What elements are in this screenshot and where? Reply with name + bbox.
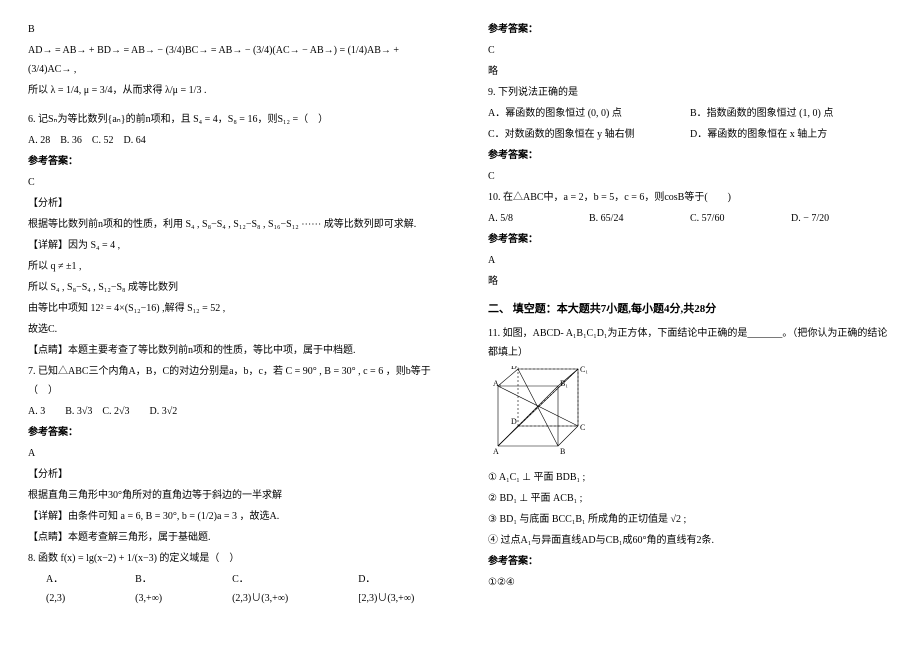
q9-row-cd: C．对数函数的图象恒在 y 轴右侧 D．幂函数的图象恒在 x 轴上方 [488,125,892,144]
answer-heading: 参考答案： [488,230,892,249]
answer-heading: 参考答案： [488,146,892,165]
left-column: B AD→ = AB→ + BD→ = AB→ − (3/4)BC→ = AB→… [0,0,460,651]
q5-expression-2: 所以 λ = 1/4, μ = 3/4，从而求得 λ/μ = 1/3 . [28,81,432,100]
q7-answer: A [28,444,432,463]
q10-choice-d: D. − 7/20 [791,209,892,228]
q6-detail-heading: 【详解】因为 S₄ = 4 , [28,236,432,255]
q10-note: 略 [488,272,892,291]
q6-step-d: 故选C. [28,320,432,339]
svg-text:C: C [580,423,585,432]
q6-step-a: 所以 q ≠ ±1 , [28,257,432,276]
q6-stem: 6. 记Sₙ为等比数列{aₙ}的前n项和，且 S₄ = 4，S₈ = 16，则S… [28,110,432,129]
q7-analysis-body: 根据直角三角形中30°角所对的直角边等于斜边的一半求解 [28,486,432,505]
q10-answer: A [488,251,892,270]
q5-answer-letter: B [28,20,432,39]
q10-choice-b: B. 65/24 [589,209,690,228]
q9-choice-d: D．幂函数的图象恒在 x 轴上方 [690,125,892,144]
svg-text:A₁: A₁ [493,379,502,388]
q11-option-4: ④ 过点A₁与异面直线AD与CB₁成60°角的直线有2条. [488,531,892,550]
q7-stem: 7. 已知△ABC三个内角A，B，C的对边分别是a，b，c，若 C = 90° … [28,362,432,400]
answer-heading: 参考答案： [28,423,432,442]
svg-text:D: D [511,417,517,426]
answer-heading: 参考答案： [488,552,892,571]
q9-choice-a: A．幂函数的图象恒过 (0, 0) 点 [488,104,690,123]
q6-answer: C [28,173,432,192]
q7-choices: A. 3 B. 3√3 C. 2√3 D. 3√2 [28,402,432,421]
q8-stem: 8. 函数 f(x) = lg(x−2) + 1/(x−3) 的定义域是（ ） [28,549,432,568]
q8-choice-d: D．[2,3)∪(3,+∞) [358,570,414,608]
q8-choice-c: C．(2,3)∪(3,+∞) [232,570,288,608]
q7-comment: 【点睛】本题考查解三角形，属于基础题. [28,528,432,547]
q10-stem: 10. 在△ABC中，a = 2，b = 5，c = 6，则cosB等于( ) [488,188,892,207]
q11-option-2: ② BD₁ ⊥ 平面 ACB₁ ; [488,489,892,508]
q9-choice-b: B．指数函数的图象恒过 (1, 0) 点 [690,104,892,123]
q6-step-b: 所以 S₄ , S₈−S₄ , S₁₂−S₈ 成等比数列 [28,278,432,297]
q9-row-ab: A．幂函数的图象恒过 (0, 0) 点 B．指数函数的图象恒过 (1, 0) 点 [488,104,892,123]
q8-answer: C [488,41,892,60]
svg-text:B₁: B₁ [560,379,568,388]
q8-note: 略 [488,62,892,81]
q8-choices: A．(2,3) B．(3,+∞) C．(2,3)∪(3,+∞) D．[2,3)∪… [46,570,432,608]
right-column: 参考答案： C 略 9. 下列说法正确的是 A．幂函数的图象恒过 (0, 0) … [460,0,920,651]
svg-text:A: A [493,447,499,456]
answer-heading: 参考答案： [488,20,892,39]
q6-choices: A. 28 B. 36 C. 52 D. 64 [28,131,432,150]
answer-heading: 参考答案： [28,152,432,171]
q6-analysis-body: 根据等比数列前n项和的性质，利用 S₄ , S₈−S₄ , S₁₂−S₈ , S… [28,215,432,234]
q9-stem: 9. 下列说法正确的是 [488,83,892,102]
svg-text:D₁: D₁ [511,366,520,371]
q9-choice-c: C．对数函数的图象恒在 y 轴右侧 [488,125,690,144]
analysis-heading: 【分析】 [28,465,432,484]
q11-stem: 11. 如图，ABCD- A₁B₁C₁D₁为正方体，下面结论中正确的是_____… [488,324,892,362]
q11-answer: ①②④ [488,573,892,592]
q9-answer: C [488,167,892,186]
q6-comment: 【点睛】本题主要考查了等比数列前n项和的性质，等比中项，属于中档题. [28,341,432,360]
q8-choice-b: B．(3,+∞) [135,570,162,608]
q10-choices: A. 5/8 B. 65/24 C. 57/60 D. − 7/20 [488,209,892,228]
q11-option-1: ① A₁C₁ ⊥ 平面 BDB₁ ; [488,468,892,487]
q10-choice-a: A. 5/8 [488,209,589,228]
q6-step-c: 由等比中项知 12² = 4×(S₁₂−16) ,解得 S₁₂ = 52 , [28,299,432,318]
q7-detail: 【详解】由条件可知 a = 6, B = 30°, b = (1/2)a = 3… [28,507,432,526]
q8-choice-a: A．(2,3) [46,570,65,608]
q11-option-3: ③ BD₁ 与底面 BCC₁B₁ 所成角的正切值是 √2 ; [488,510,892,529]
q5-expression-1: AD→ = AB→ + BD→ = AB→ − (3/4)BC→ = AB→ −… [28,41,432,79]
q10-choice-c: C. 57/60 [690,209,791,228]
svg-text:B: B [560,447,565,456]
analysis-heading: 【分析】 [28,194,432,213]
cube-figure: A₁ B₁ C₁ D₁ A B C D [488,366,598,464]
section-2-heading: 二、 填空题：本大题共7小题,每小题4分,共28分 [488,299,892,320]
svg-text:C₁: C₁ [580,366,588,374]
